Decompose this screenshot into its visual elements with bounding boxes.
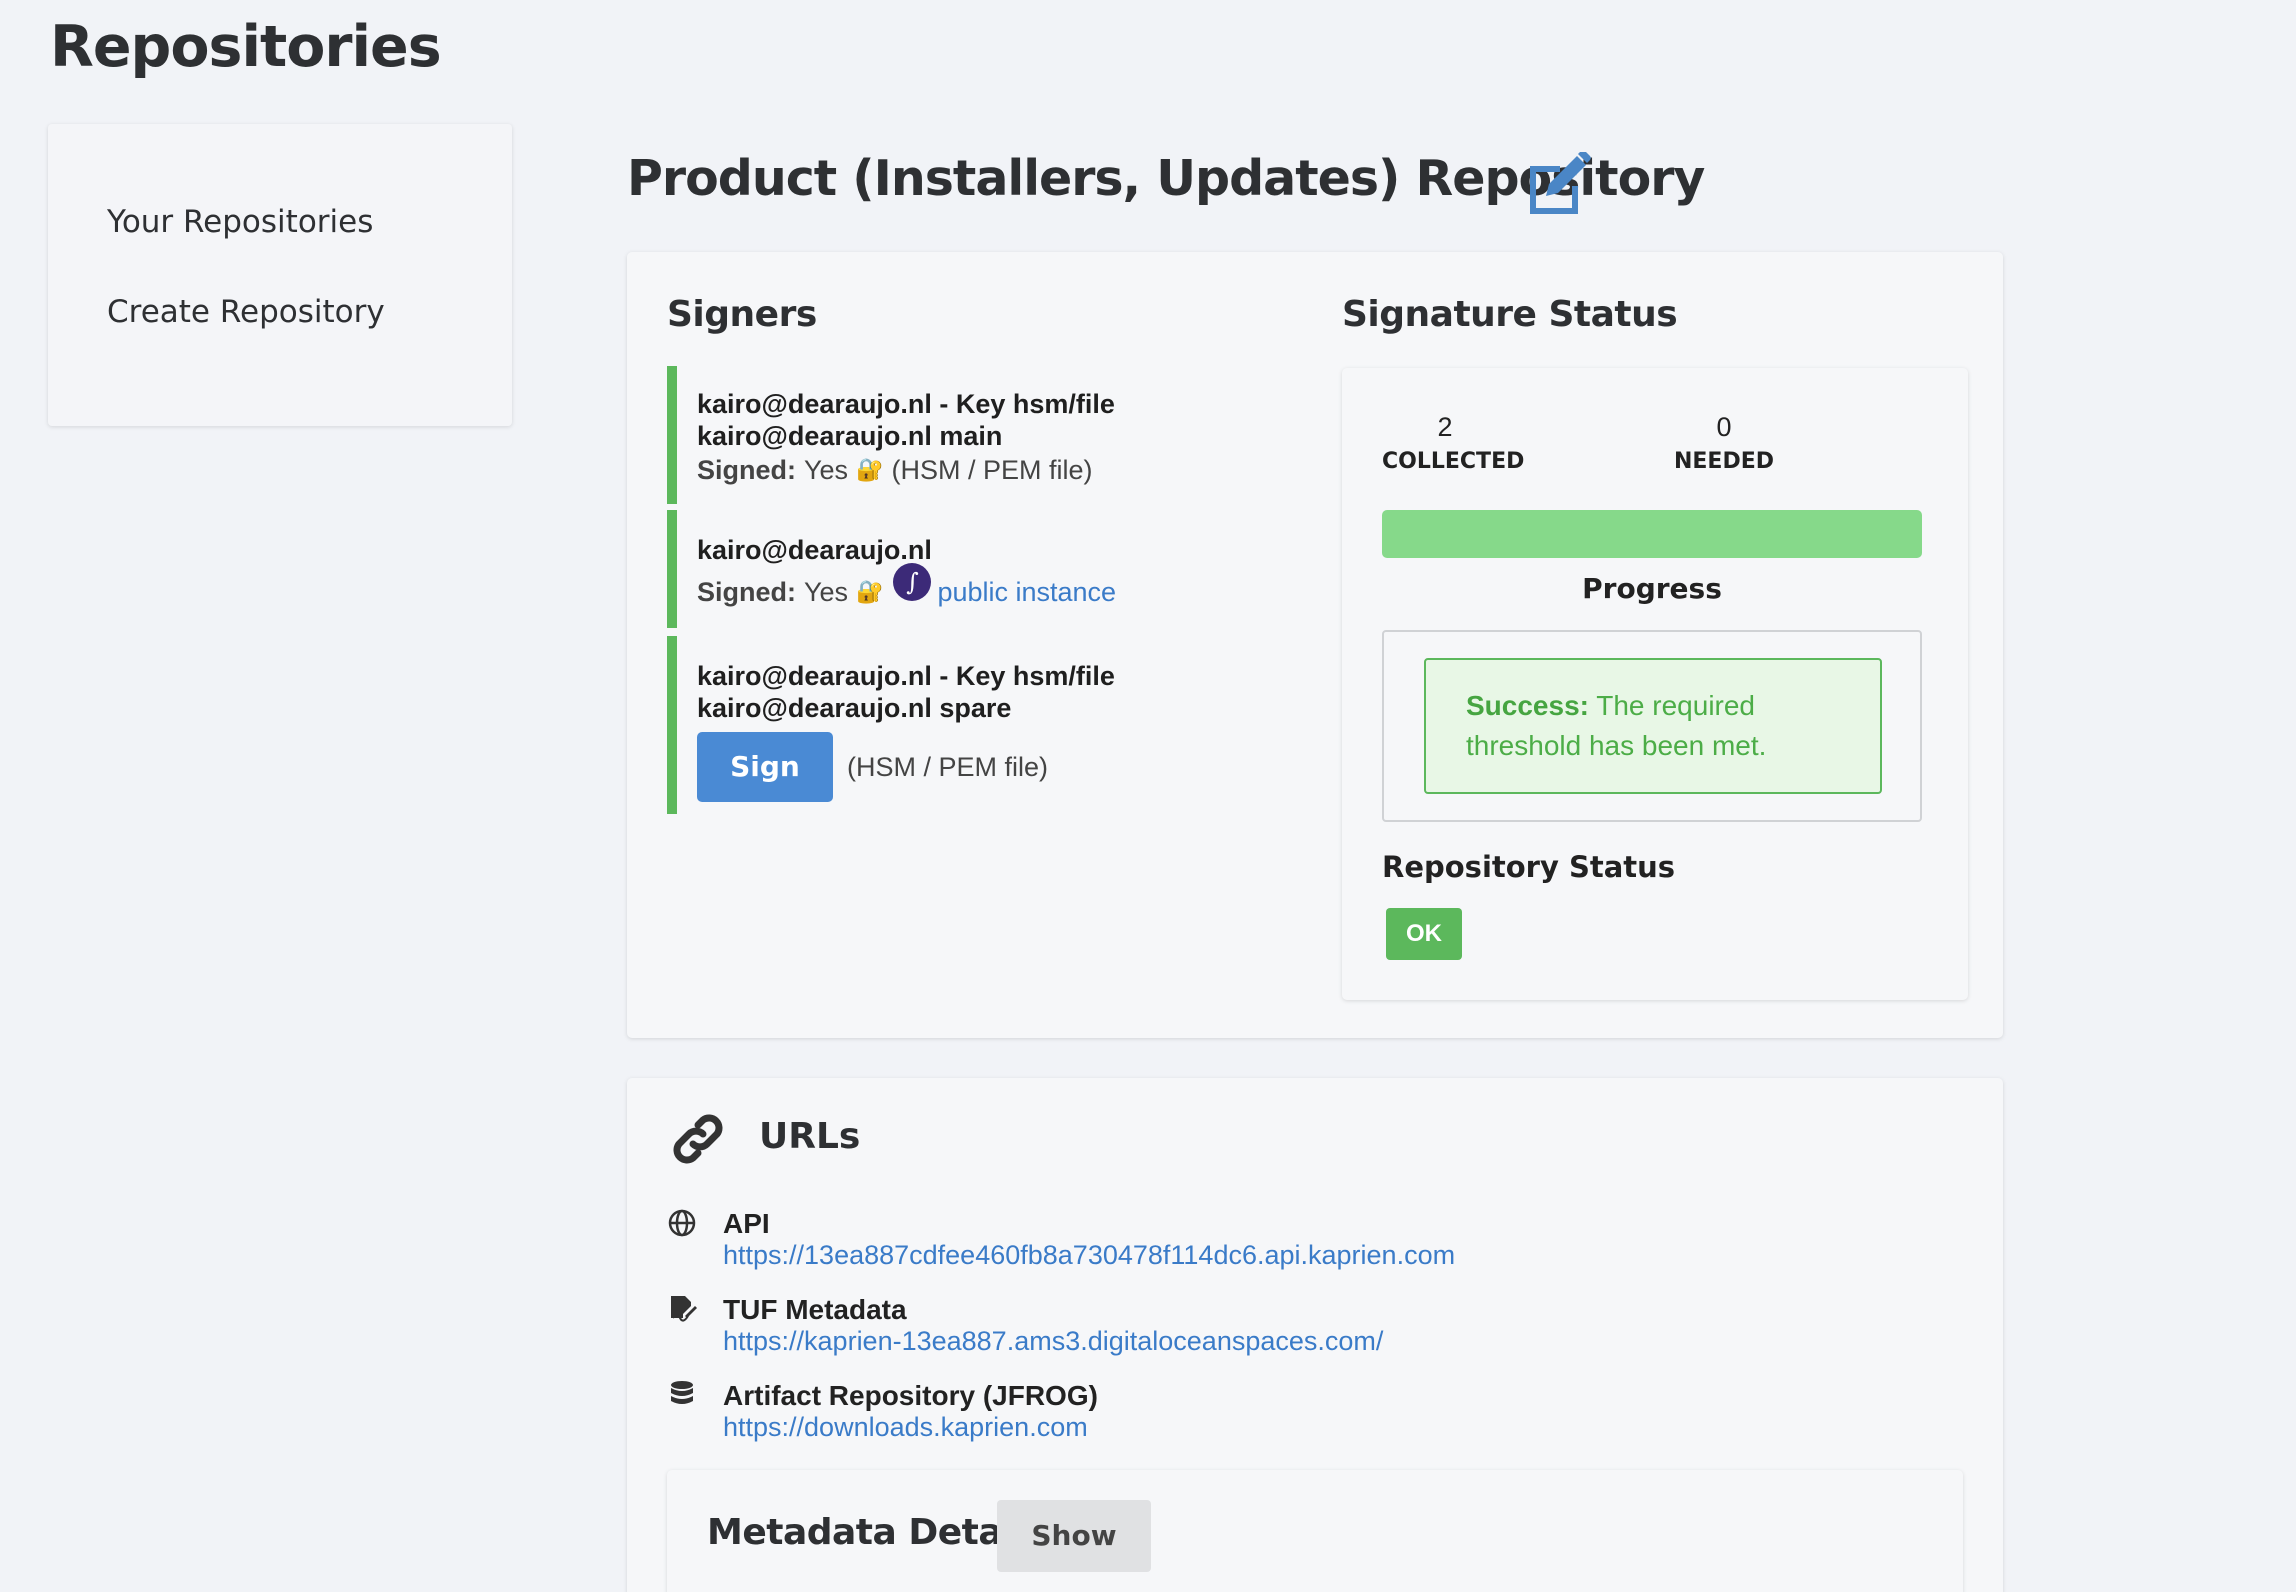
urls-heading: URLs bbox=[759, 1116, 861, 1157]
sidebar-item-create-repository[interactable]: Create Repository bbox=[107, 294, 385, 330]
lock-icon: 🔐 bbox=[856, 457, 884, 482]
success-alert: Success: The required threshold has been… bbox=[1424, 658, 1882, 794]
collected-count: 2 bbox=[1437, 412, 1453, 442]
globe-icon bbox=[668, 1209, 696, 1237]
signer-status: Signed: Yes 🔐 (HSM / PEM file) bbox=[697, 454, 1287, 486]
needed-count: 0 bbox=[1716, 412, 1732, 442]
metadata-details-heading: Metadata Details bbox=[707, 1512, 1047, 1553]
signers-heading: Signers bbox=[667, 294, 817, 335]
sidebar: Your Repositories Create Repository bbox=[48, 124, 512, 426]
needed-label: NEEDED bbox=[1673, 449, 1775, 474]
tuf-metadata-url-link[interactable]: https://kaprien-13ea887.ams3.digitalocea… bbox=[723, 1326, 1383, 1357]
signer-line-1: kairo@dearaujo.nl - Key hsm/file bbox=[697, 661, 1115, 691]
url-name: API bbox=[723, 1208, 770, 1239]
file-signature-icon bbox=[671, 1296, 697, 1322]
page-title: Repositories bbox=[50, 14, 442, 80]
signer-status: Signed: Yes 🔐 ∫ public instance bbox=[697, 563, 1287, 608]
signed-value: Yes bbox=[804, 455, 849, 485]
repository-status-heading: Repository Status bbox=[1382, 850, 1676, 884]
metadata-details-card: Metadata Details Show bbox=[667, 1470, 1963, 1592]
signer-line-1: kairo@dearaujo.nl - Key hsm/file bbox=[697, 389, 1115, 419]
api-url-link[interactable]: https://13ea887cdfee460fb8a730478f114dc6… bbox=[723, 1240, 1455, 1271]
signing-method: (HSM / PEM file) bbox=[891, 455, 1093, 485]
sign-button[interactable]: Sign bbox=[697, 732, 833, 802]
link-icon bbox=[673, 1114, 723, 1164]
progress-label: Progress bbox=[1582, 572, 1722, 605]
artifact-repository-url-link[interactable]: https://downloads.kaprien.com bbox=[723, 1412, 1088, 1443]
url-name: TUF Metadata bbox=[723, 1294, 907, 1325]
collected-stat: 2 COLLECTED bbox=[1382, 412, 1525, 474]
signing-card: Signers kairo@dearaujo.nl - Key hsm/file… bbox=[627, 252, 2003, 1038]
signer-item: kairo@dearaujo.nl - Key hsm/file kairo@d… bbox=[667, 636, 1287, 814]
signer-status: Sign (HSM / PEM file) bbox=[697, 732, 1287, 802]
alert-container: Success: The required threshold has been… bbox=[1382, 630, 1922, 822]
signer-item: kairo@dearaujo.nl - Key hsm/file kairo@d… bbox=[667, 366, 1287, 504]
progress-fill bbox=[1382, 510, 1922, 558]
alert-strong: Success: bbox=[1466, 690, 1589, 721]
signature-status-heading: Signature Status bbox=[1342, 294, 1678, 335]
edit-icon[interactable] bbox=[1522, 152, 1592, 216]
urls-card: URLs API https://13ea887cdfee460fb8a7304… bbox=[627, 1078, 2003, 1592]
sidebar-item-your-repositories[interactable]: Your Repositories bbox=[107, 204, 373, 240]
show-button[interactable]: Show bbox=[997, 1500, 1151, 1572]
needed-stat: 0 NEEDED bbox=[1672, 412, 1776, 474]
url-name: Artifact Repository (JFROG) bbox=[723, 1380, 1098, 1411]
public-instance-link[interactable]: public instance bbox=[937, 576, 1116, 608]
signed-value: Yes bbox=[804, 577, 849, 607]
database-icon bbox=[671, 1381, 693, 1404]
signer-line-2: kairo@dearaujo.nl spare bbox=[697, 693, 1012, 723]
signer-line-2: kairo@dearaujo.nl main bbox=[697, 421, 1003, 451]
signed-label: Signed: bbox=[697, 455, 796, 485]
lock-icon: 🔐 bbox=[856, 579, 884, 604]
signing-method: (HSM / PEM file) bbox=[847, 752, 1049, 782]
collected-label: COLLECTED bbox=[1382, 449, 1525, 474]
signed-label: Signed: bbox=[697, 577, 796, 607]
signature-status-card: 2 COLLECTED 0 NEEDED Progress Success: T… bbox=[1342, 368, 1968, 1000]
signer-line-1: kairo@dearaujo.nl bbox=[697, 535, 932, 565]
progress-bar bbox=[1382, 510, 1922, 558]
sigstore-icon: ∫ bbox=[893, 563, 932, 601]
signer-item: kairo@dearaujo.nl Signed: Yes 🔐 ∫ public… bbox=[667, 510, 1287, 628]
status-badge: OK bbox=[1386, 908, 1462, 960]
